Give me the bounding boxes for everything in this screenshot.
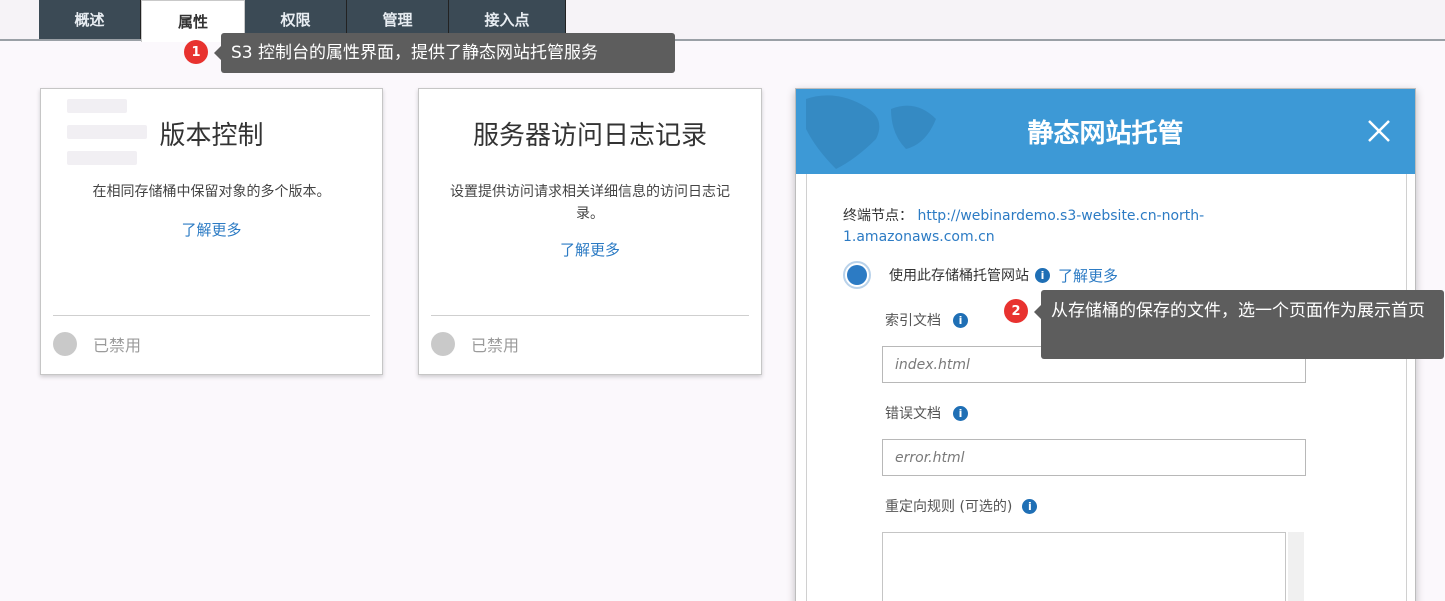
- redirect-rules-label: 重定向规则 (可选的): [885, 499, 1013, 515]
- error-document-input[interactable]: [882, 439, 1306, 476]
- status-disabled-icon: [53, 332, 77, 356]
- tab-permissions-label: 权限: [280, 11, 311, 29]
- info-icon[interactable]: i: [1022, 498, 1038, 514]
- versioning-status-label: 已禁用: [93, 336, 142, 355]
- radio-selected-dot: [847, 265, 867, 285]
- card-divider: [53, 315, 370, 316]
- close-icon[interactable]: [1363, 115, 1395, 147]
- versioning-description: 在相同存储桶中保留对象的多个版本。: [92, 184, 331, 200]
- logging-learn-more-link[interactable]: 了解更多: [419, 239, 761, 260]
- modal-title: 静态网站托管: [1027, 119, 1184, 149]
- logging-title: 服务器访问日志记录: [472, 121, 707, 151]
- redirect-rules-label-row: 重定向规则 (可选的) i: [885, 496, 1038, 516]
- modal-body: 终端节点： http://webinardemo.s3-website.cn-n…: [806, 174, 1407, 601]
- top-tab-bar: 概述 属性 权限 管理 接入点: [0, 0, 1445, 42]
- hosting-radio-row[interactable]: 使用此存储桶托管网站 i 了解更多: [843, 261, 1118, 289]
- error-document-label-row: 错误文档 i: [885, 403, 968, 423]
- redirect-rules-textarea[interactable]: [882, 532, 1286, 601]
- use-bucket-hosting-label: 使用此存储桶托管网站: [889, 268, 1029, 284]
- versioning-card[interactable]: 版本控制 在相同存储桶中保留对象的多个版本。 了解更多 已禁用: [40, 88, 383, 375]
- tab-access-points-label: 接入点: [484, 11, 530, 29]
- logging-status: 已禁用: [431, 332, 519, 356]
- logging-description: 设置提供访问请求相关详细信息的访问日志记录。: [450, 184, 730, 222]
- tab-overview-label: 概述: [74, 11, 105, 29]
- callout-arrow-2: [1034, 305, 1041, 319]
- versioning-status: 已禁用: [53, 332, 141, 356]
- use-bucket-hosting-radio[interactable]: [843, 261, 871, 289]
- index-document-label-row: 索引文档 i: [885, 310, 968, 330]
- endpoint: 终端节点： http://webinardemo.s3-website.cn-n…: [843, 206, 1243, 248]
- status-disabled-icon: [431, 332, 455, 356]
- callout-1: S3 控制台的属性界面，提供了静态网站托管服务: [221, 33, 675, 73]
- logging-status-label: 已禁用: [471, 336, 520, 355]
- versioning-learn-more-link[interactable]: 了解更多: [41, 219, 382, 240]
- callout-2-text: 从存储桶的保存的文件，选一个页面作为展示首页: [1051, 301, 1425, 321]
- info-icon[interactable]: i: [953, 312, 968, 328]
- error-document-label: 错误文档: [885, 406, 941, 422]
- info-icon[interactable]: i: [1035, 267, 1050, 283]
- card-divider: [431, 315, 749, 316]
- endpoint-label: 终端节点：: [843, 208, 913, 224]
- hosting-learn-more-link[interactable]: 了解更多: [1058, 265, 1118, 286]
- versioning-title: 版本控制: [159, 121, 264, 151]
- index-document-label: 索引文档: [885, 313, 941, 329]
- callout-badge-2: 2: [1004, 299, 1028, 323]
- info-icon[interactable]: i: [953, 405, 968, 421]
- callout-1-text: S3 控制台的属性界面，提供了静态网站托管服务: [231, 43, 599, 63]
- callout-arrow-1: [214, 46, 221, 60]
- tab-overview[interactable]: 概述: [39, 0, 141, 39]
- textarea-scrollbar[interactable]: [1288, 532, 1304, 601]
- callout-2: 从存储桶的保存的文件，选一个页面作为展示首页: [1041, 290, 1444, 359]
- modal-header: 静态网站托管: [796, 89, 1415, 174]
- server-access-logging-card[interactable]: 服务器访问日志记录 设置提供访问请求相关详细信息的访问日志记录。 了解更多 已禁…: [418, 88, 762, 375]
- callout-badge-1: 1: [184, 40, 208, 64]
- tab-properties-label: 属性: [177, 13, 208, 31]
- tab-management-label: 管理: [382, 11, 413, 29]
